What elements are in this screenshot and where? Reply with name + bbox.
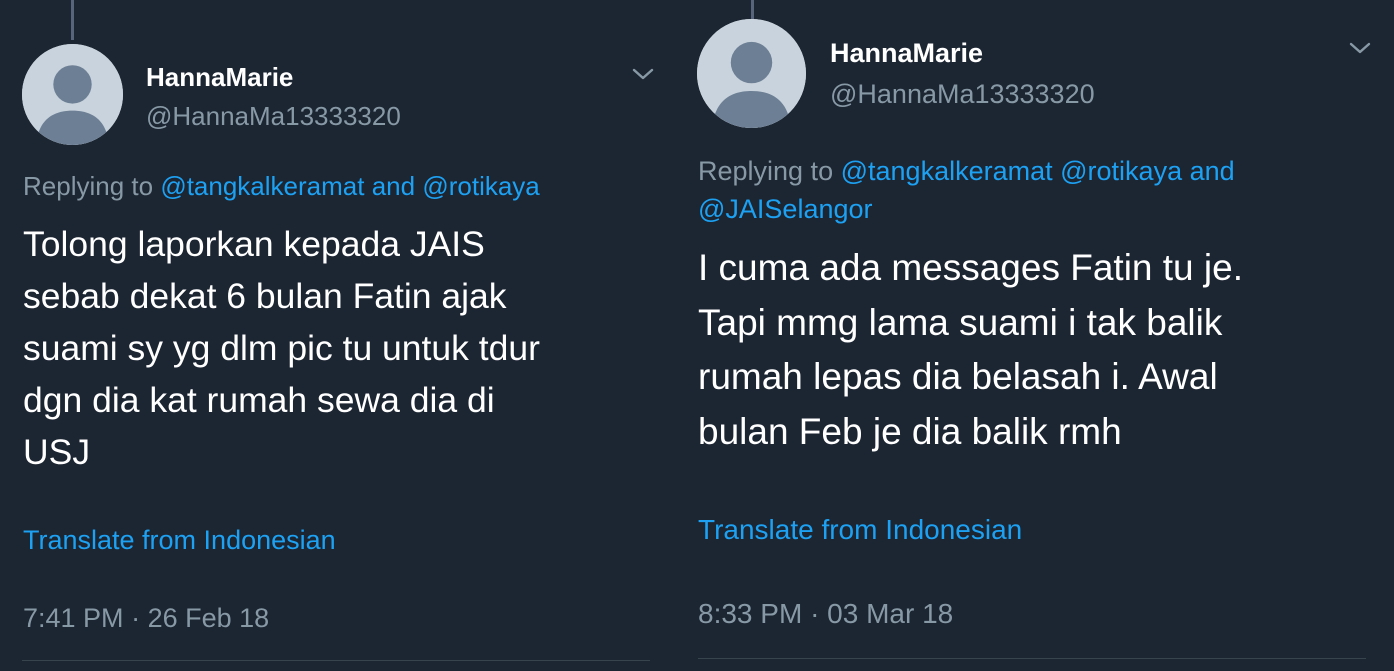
tweet-card-left[interactable]: HannaMarie @HannaMa13333320 Replying to … bbox=[0, 0, 676, 671]
replying-to: Replying to @tangkalkeramat and @rotikay… bbox=[23, 169, 653, 203]
tweet-time: 7:41 PM bbox=[23, 603, 124, 633]
replying-to: Replying to @tangkalkeramat @rotikaya an… bbox=[698, 152, 1338, 228]
chevron-down-icon[interactable] bbox=[1348, 40, 1372, 56]
translate-link[interactable]: Translate from Indonesian bbox=[698, 514, 1022, 546]
mention-link[interactable]: @tangkalkeramat bbox=[160, 171, 364, 201]
divider bbox=[698, 658, 1366, 659]
user-handle[interactable]: @HannaMa13333320 bbox=[146, 101, 401, 132]
tweet-card-right[interactable]: HannaMarie @HannaMa13333320 Replying to … bbox=[676, 0, 1394, 671]
meta-separator: · bbox=[131, 603, 141, 633]
tweet-timestamp[interactable]: 7:41 PM · 26 Feb 18 bbox=[23, 603, 269, 634]
divider bbox=[22, 660, 650, 661]
replying-to-label: Replying to bbox=[23, 171, 154, 201]
avatar[interactable] bbox=[697, 19, 806, 128]
tweet-text: I cuma ada messages Fatin tu je. Tapi mm… bbox=[698, 247, 1243, 452]
translate-link[interactable]: Translate from Indonesian bbox=[23, 525, 336, 556]
thread-line bbox=[71, 0, 74, 40]
mention-link[interactable]: @rotikaya bbox=[422, 171, 539, 201]
tweet-timestamp[interactable]: 8:33 PM · 03 Mar 18 bbox=[698, 598, 953, 630]
mention-conjunction[interactable]: and bbox=[1190, 156, 1235, 186]
mention-conjunction[interactable]: and bbox=[372, 171, 415, 201]
thread-line bbox=[751, 0, 754, 20]
user-display-name[interactable]: HannaMarie bbox=[146, 62, 293, 93]
meta-separator: · bbox=[810, 598, 820, 629]
default-profile-icon bbox=[22, 44, 123, 145]
chevron-down-icon[interactable] bbox=[631, 66, 655, 82]
tweet-text: Tolong laporkan kepada JAIS sebab dekat … bbox=[23, 224, 540, 472]
tweet-time: 8:33 PM bbox=[698, 598, 803, 629]
replying-to-label: Replying to bbox=[698, 156, 834, 186]
default-profile-icon bbox=[697, 19, 806, 128]
tweet-date: 03 Mar 18 bbox=[827, 598, 954, 629]
mention-link[interactable]: @JAISelangor bbox=[698, 194, 873, 224]
mention-link[interactable]: @rotikaya bbox=[1060, 156, 1182, 186]
avatar[interactable] bbox=[22, 44, 123, 145]
tweet-date: 26 Feb 18 bbox=[147, 603, 270, 633]
mention-link[interactable]: @tangkalkeramat bbox=[841, 156, 1053, 186]
user-display-name[interactable]: HannaMarie bbox=[830, 38, 983, 69]
user-handle[interactable]: @HannaMa13333320 bbox=[830, 79, 1095, 110]
